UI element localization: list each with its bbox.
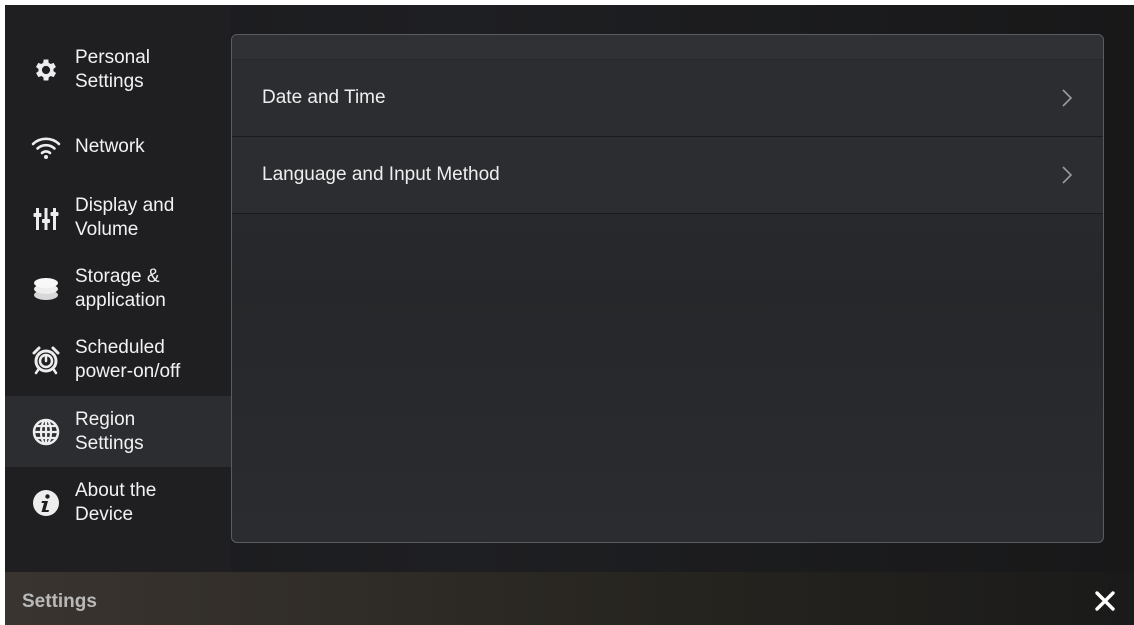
sidebar-item-label: Region Settings — [75, 408, 144, 454]
sidebar-item-scheduled-power[interactable]: Scheduled power-on/off — [5, 324, 231, 395]
sidebar-item-label: Display and Volume — [75, 194, 175, 240]
sidebar-item-about-device[interactable]: About the Device — [5, 467, 231, 538]
sliders-icon — [31, 203, 61, 233]
language-and-input-method-row[interactable]: Language and Input Method — [232, 137, 1103, 214]
sidebar-item-region-settings[interactable]: Region Settings — [5, 396, 231, 467]
gear-icon — [31, 55, 61, 85]
settings-screen: Personal Settings Network Display and Vo… — [5, 5, 1134, 625]
row-label: Language and Input Method — [262, 164, 500, 185]
sidebar-item-display-volume[interactable]: Display and Volume — [5, 182, 231, 253]
sidebar-item-network[interactable]: Network — [5, 111, 231, 182]
storage-icon — [31, 274, 61, 304]
sidebar-item-label: Personal Settings — [75, 46, 150, 92]
bottom-bar: Settings — [5, 572, 1134, 625]
wifi-icon — [31, 133, 61, 163]
sidebar-item-storage-application[interactable]: Storage & application — [5, 253, 231, 324]
sidebar-item-label: Storage & application — [75, 265, 166, 311]
sidebar-item-label: Network — [75, 136, 145, 157]
info-icon — [31, 488, 61, 518]
close-icon[interactable] — [1094, 590, 1116, 612]
sidebar: Personal Settings Network Display and Vo… — [5, 5, 231, 572]
globe-icon — [31, 417, 61, 447]
panel-header — [232, 35, 1103, 60]
chevron-right-icon — [1062, 166, 1073, 184]
sidebar-item-label: About the Device — [75, 479, 157, 525]
alarm-clock-icon — [31, 345, 61, 375]
chevron-right-icon — [1062, 89, 1073, 107]
app-title: Settings — [22, 591, 97, 612]
date-and-time-row[interactable]: Date and Time — [232, 60, 1103, 137]
sidebar-item-label: Scheduled power-on/off — [75, 336, 181, 382]
region-settings-panel: Date and Time Language and Input Method — [231, 34, 1104, 543]
row-label: Date and Time — [262, 87, 386, 108]
sidebar-item-personal-settings[interactable]: Personal Settings — [5, 34, 231, 105]
